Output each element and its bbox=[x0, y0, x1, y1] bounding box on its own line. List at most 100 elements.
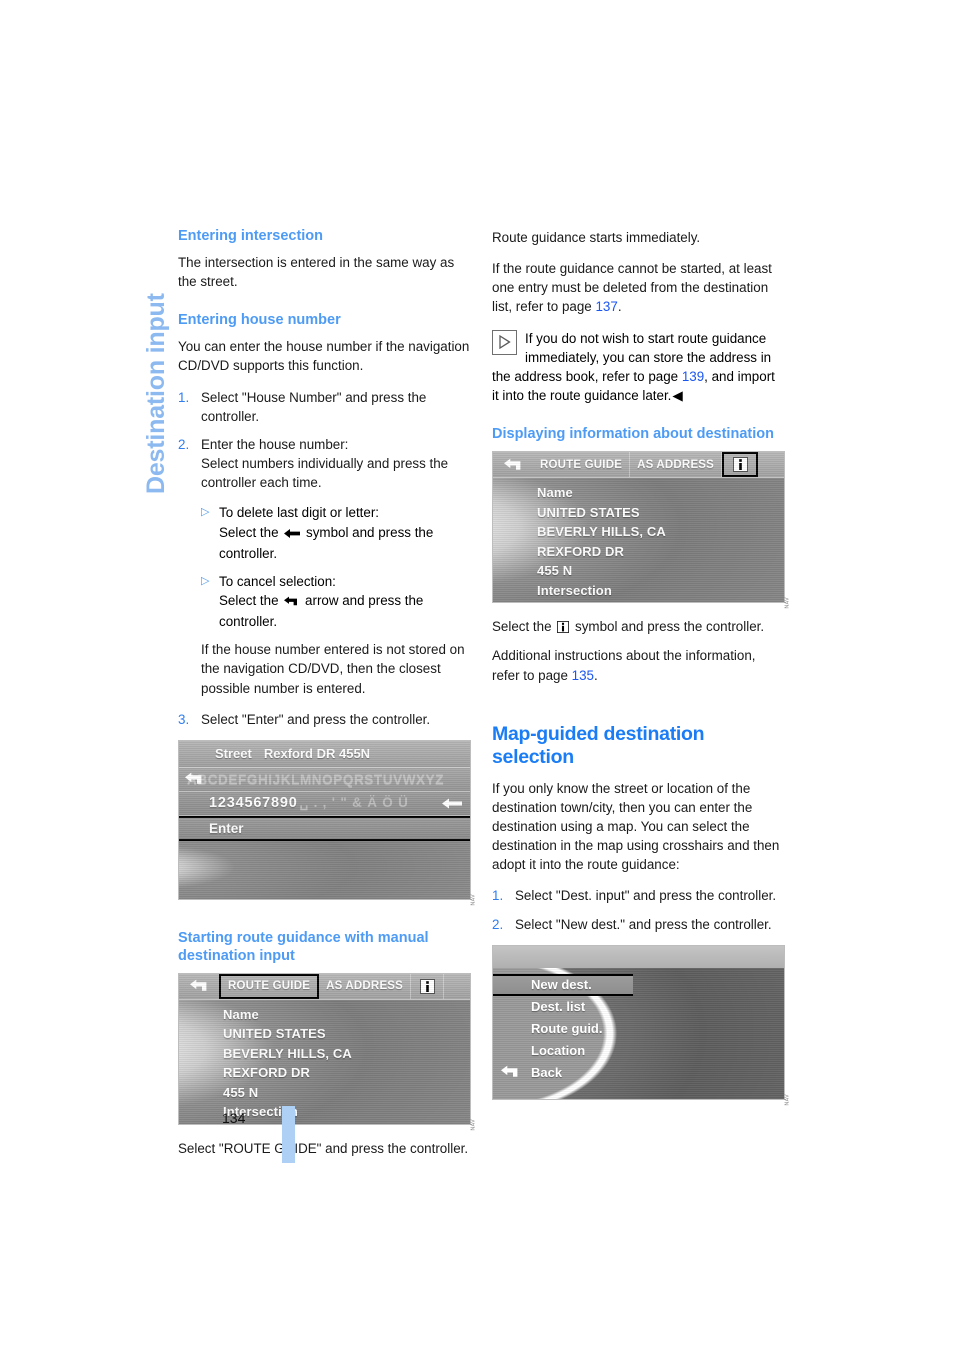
para-entering-house-number: You can enter the house number if the na… bbox=[178, 339, 470, 374]
keyboard-numbers[interactable]: 1234567890 bbox=[209, 795, 298, 811]
route-guide-tabbar: ROUTE GUIDE AS ADDRESS bbox=[179, 973, 470, 1000]
menu-item-label: Dest. list bbox=[531, 999, 586, 1015]
tab-as-address[interactable]: AS ADDRESS bbox=[319, 973, 412, 999]
figure-reference-code: NAV bbox=[784, 597, 790, 609]
keyboard-screenshot-wrap: Street Rexford DR 455N ABCDEFGHIJKLMNOPQ… bbox=[178, 739, 476, 905]
tab-label: AS ADDRESS bbox=[326, 980, 404, 993]
list-item[interactable]: BEVERLY HILLS, CA bbox=[537, 522, 784, 542]
para-text: If the route guidance cannot be started,… bbox=[492, 261, 772, 315]
note-end-marker: ◀ bbox=[672, 388, 683, 404]
street-field-value: Rexford DR 455N bbox=[263, 746, 371, 762]
menu-item-back[interactable]: Back bbox=[493, 1062, 633, 1084]
menu-item-list: New dest. Dest. list Route guid. Locatio… bbox=[493, 973, 633, 1084]
route-guide-screenshot: ROUTE GUIDE AS ADDRESS Name UNITED STATE… bbox=[178, 972, 471, 1125]
substep-line2-pre: Select the bbox=[219, 592, 279, 608]
back-arrow-icon bbox=[284, 593, 299, 612]
list-item[interactable]: Intersection bbox=[537, 581, 784, 601]
heading-starting-route-guidance: Starting route guidance with manual dest… bbox=[178, 929, 429, 964]
para-entering-intersection: The intersection is entered in the same … bbox=[178, 254, 455, 290]
list-item[interactable]: REXFORD DR bbox=[537, 542, 784, 562]
back-arrow-icon[interactable] bbox=[185, 772, 204, 791]
list-item[interactable]: 455 N bbox=[537, 561, 784, 581]
step-number: 1. bbox=[178, 389, 190, 405]
info-list-body: Name UNITED STATES BEVERLY HILLS, CA REX… bbox=[493, 478, 784, 602]
step-1: 1. Select "House Number" and press the c… bbox=[178, 388, 471, 426]
page-reference-139[interactable]: 139 bbox=[682, 369, 704, 384]
enter-button[interactable]: Enter bbox=[179, 815, 470, 841]
substep-delete: ▷ To delete last digit or letter: Select… bbox=[201, 503, 471, 562]
step-2: 2. Enter the house number: Select number… bbox=[178, 435, 471, 492]
page-reference-135[interactable]: 135 bbox=[572, 668, 594, 683]
back-arrow-icon[interactable] bbox=[179, 974, 219, 999]
list-item[interactable]: UNITED STATES bbox=[537, 503, 784, 523]
para-text-end: . bbox=[594, 667, 598, 683]
step-text: Enter the house number: Select numbers i… bbox=[201, 436, 449, 491]
menu-item-location[interactable]: Location bbox=[493, 1040, 633, 1062]
tab-as-address[interactable]: AS ADDRESS bbox=[630, 452, 723, 478]
menu-item-label: Back bbox=[531, 1065, 563, 1081]
heading-entering-intersection: Entering intersection bbox=[178, 228, 324, 244]
substep-line2-pre: Select the bbox=[219, 524, 279, 540]
menu-item-new-dest[interactable]: New dest. bbox=[493, 973, 633, 996]
heading-map-guided-destination-selection: Map-guided destination selection bbox=[492, 722, 705, 768]
substep-line1: To delete last digit or letter: bbox=[219, 505, 380, 521]
substep-line1: To cancel selection: bbox=[219, 573, 336, 589]
tab-route-guide[interactable]: ROUTE GUIDE bbox=[219, 973, 320, 999]
list-item[interactable]: REXFORD DR bbox=[223, 1063, 470, 1083]
para-additional-instructions: Additional instructions about the inform… bbox=[492, 646, 785, 684]
step-number: 2. bbox=[492, 916, 504, 932]
chapter-tab: Destination input bbox=[104, 226, 170, 496]
keyboard-screen-body bbox=[179, 840, 470, 899]
heading-entering-house-number: Entering house number bbox=[178, 312, 341, 329]
delete-arrow-icon[interactable] bbox=[442, 797, 462, 815]
list-item[interactable]: Name bbox=[537, 483, 784, 503]
info-icon[interactable] bbox=[722, 452, 759, 478]
caption-select-info-symbol: Select the symbol and press the controll… bbox=[492, 617, 785, 638]
tab-route-guide[interactable]: ROUTE GUIDE bbox=[533, 452, 631, 478]
map-guided-steps: 1. Select "Dest. input" and press the co… bbox=[492, 886, 785, 933]
keyboard-letters-row[interactable]: ABCDEFGHIJKLMNOPQRSTUVWXYZ bbox=[179, 767, 470, 792]
street-field-bar: Street Rexford DR 455N bbox=[179, 740, 470, 768]
info-screenshot-wrap: ROUTE GUIDE AS ADDRESS Name UNITED STATE… bbox=[492, 451, 790, 609]
triangle-bullet-icon: ▷ bbox=[201, 506, 210, 519]
keyboard-symbols[interactable]: ␣ . , ' " & Ä Ö Ü bbox=[300, 795, 409, 811]
step-number: 3. bbox=[178, 711, 190, 727]
house-number-steps: 1. Select "House Number" and press the c… bbox=[178, 388, 471, 493]
substep-cancel: ▷ To cancel selection: Select the arrow … bbox=[201, 572, 471, 631]
dest-menu-screenshot: New dest. Dest. list Route guid. Locatio… bbox=[492, 944, 785, 1100]
para-route-starts: Route guidance starts immediately. bbox=[492, 230, 701, 245]
step-text: Select "House Number" and press the cont… bbox=[201, 389, 427, 424]
para-map-guided: If you only know the street or location … bbox=[492, 780, 780, 873]
tab-label: AS ADDRESS bbox=[637, 458, 715, 471]
info-icon bbox=[557, 619, 570, 638]
step-3: 3. Select "Enter" and press the controll… bbox=[178, 710, 471, 729]
step-number: 2. bbox=[178, 436, 190, 452]
back-arrow-icon[interactable] bbox=[493, 452, 533, 477]
list-item[interactable]: BEVERLY HILLS, CA bbox=[223, 1044, 470, 1064]
step-1: 1. Select "Dest. input" and press the co… bbox=[492, 886, 785, 905]
info-tabbar: ROUTE GUIDE AS ADDRESS bbox=[493, 452, 784, 479]
para-cannot-be-started: If the route guidance cannot be started,… bbox=[492, 259, 785, 316]
page-reference-137[interactable]: 137 bbox=[595, 299, 617, 314]
menu-item-dest-list[interactable]: Dest. list bbox=[493, 996, 633, 1018]
para-not-stored: If the house number entered is not store… bbox=[201, 642, 465, 696]
step-text: Select "New dest." and press the control… bbox=[515, 916, 772, 932]
figure-reference-code: NAV bbox=[470, 893, 476, 906]
house-number-substeps: ▷ To delete last digit or letter: Select… bbox=[201, 503, 471, 631]
dest-menu-screenshot-wrap: New dest. Dest. list Route guid. Locatio… bbox=[492, 944, 790, 1105]
right-column: Route guidance starts immediately. If th… bbox=[492, 228, 790, 1114]
note-block: If you do not wish to start route guidan… bbox=[492, 329, 785, 406]
left-column: Entering intersection The intersection i… bbox=[178, 228, 476, 1170]
list-item[interactable]: UNITED STATES bbox=[223, 1024, 470, 1044]
route-guide-screenshot-wrap: ROUTE GUIDE AS ADDRESS Name UNITED STATE… bbox=[178, 972, 476, 1130]
keyboard-numbers-row[interactable]: 1234567890 ␣ . , ' " & Ä Ö Ü bbox=[179, 791, 470, 816]
list-item[interactable]: 455 N bbox=[223, 1083, 470, 1103]
list-item[interactable]: Name bbox=[223, 1005, 470, 1025]
menu-item-route-guid[interactable]: Route guid. bbox=[493, 1018, 633, 1040]
step-2: 2. Select "New dest." and press the cont… bbox=[492, 915, 785, 934]
info-icon[interactable] bbox=[411, 973, 445, 999]
caption-post: symbol and press the controller. bbox=[575, 619, 765, 635]
info-screenshot: ROUTE GUIDE AS ADDRESS Name UNITED STATE… bbox=[492, 451, 785, 604]
keyboard-letters[interactable]: ABCDEFGHIJKLMNOPQRSTUVWXYZ bbox=[187, 772, 444, 787]
menu-item-label: New dest. bbox=[531, 977, 592, 993]
